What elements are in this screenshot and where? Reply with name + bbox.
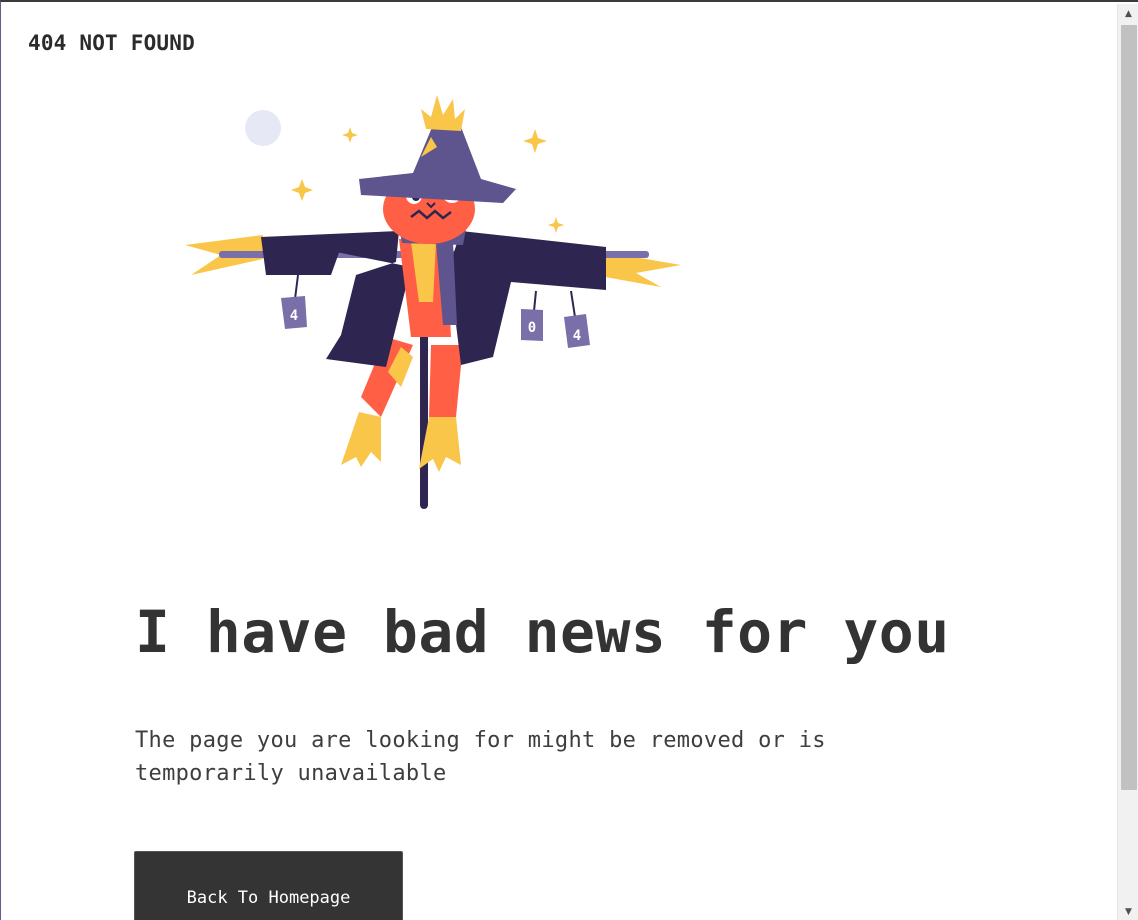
back-to-homepage-button[interactable]: Back To Homepage [134,851,403,920]
hat [359,95,516,203]
scroll-up-icon[interactable]: ▲ [1118,4,1138,24]
vertical-scrollbar[interactable]: ▲ ▼ [1117,4,1138,920]
can-label-4b: 4 [573,328,581,344]
scroll-down-icon[interactable]: ▼ [1118,902,1138,920]
pole [420,317,428,509]
page-title: 404 NOT FOUND [28,31,195,55]
headline: I have bad news for you [135,598,950,666]
can-label-0: 0 [528,320,536,336]
scarecrow-illustration: 4 0 4 [185,95,681,509]
can-label-4: 4 [290,308,298,324]
browser-window: 404 NOT FOUND 4 0 4 I have bad news for … [0,0,1138,920]
error-message: The page you are looking for might be re… [135,728,826,786]
moon-icon [245,110,281,146]
scrollbar-thumb[interactable] [1121,25,1137,790]
